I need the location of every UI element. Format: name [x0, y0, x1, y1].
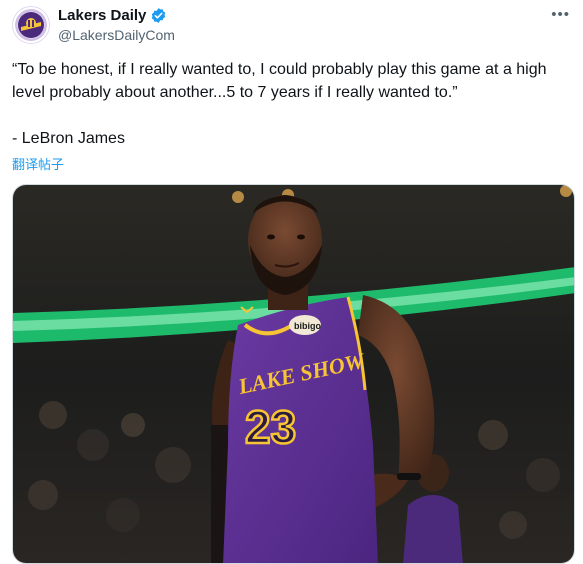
lebron-photo-illustration: LAKE SHOW 23 bibigo	[13, 185, 574, 563]
lakers-daily-logo-icon	[18, 12, 44, 38]
translate-post-link[interactable]: 翻译帖子	[12, 154, 64, 173]
tweet-header: Lakers Daily @LakersDailyCom •••	[12, 6, 572, 44]
sponsor-patch: bibigo	[294, 321, 321, 331]
tweet-photo[interactable]: LAKE SHOW 23 bibigo	[12, 184, 575, 564]
tweet-text: “To be honest, if I really wanted to, I …	[12, 61, 547, 147]
account-handle[interactable]: @LakersDailyCom	[58, 27, 175, 43]
account-avatar[interactable]	[12, 6, 50, 44]
more-options-icon[interactable]: •••	[551, 6, 570, 23]
account-name[interactable]: Lakers Daily	[58, 7, 146, 24]
verified-badge-icon	[152, 8, 166, 23]
jersey-number: 23	[245, 401, 296, 453]
